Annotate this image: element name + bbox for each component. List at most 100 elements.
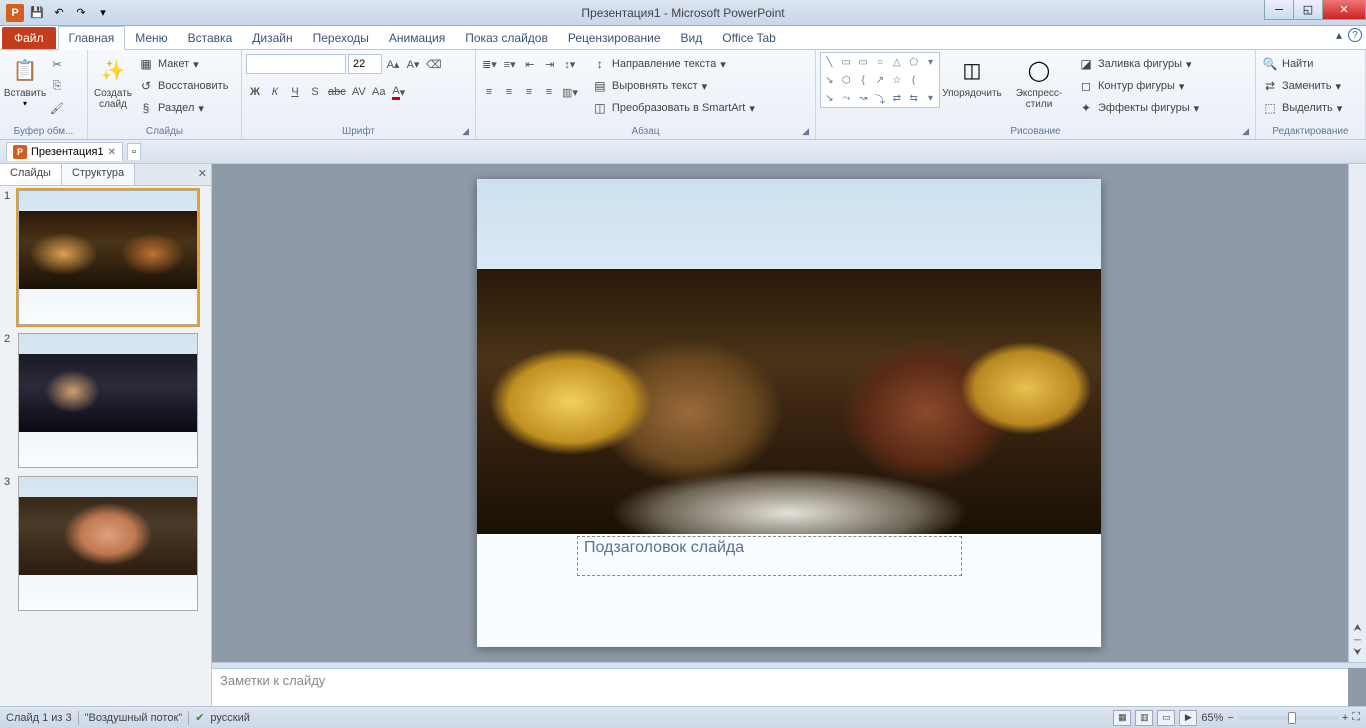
copy-button[interactable]: ⎘ [48, 76, 66, 96]
vertical-scrollbar[interactable]: ⮝ ─ ⮟ [1348, 164, 1366, 662]
minimize-button[interactable]: ─ [1264, 0, 1294, 20]
file-tab[interactable]: Файл [2, 27, 56, 49]
group-label: Редактирование [1260, 124, 1361, 139]
layout-button[interactable]: ▦Макет ▾ [136, 54, 230, 74]
view-normal-button[interactable]: ▦ [1113, 710, 1131, 726]
new-slide-button[interactable]: ✨ Создать слайд [92, 52, 134, 110]
tab-outline[interactable]: Структура [62, 164, 135, 185]
launcher-icon[interactable]: ◢ [802, 126, 809, 137]
slide-canvas[interactable]: Подзаголовок слайда ⮝ ─ ⮟ [212, 164, 1366, 662]
case-button[interactable]: Aa [370, 82, 388, 102]
cut-button[interactable]: ✂ [48, 54, 66, 74]
prev-slide-icon[interactable]: ⮝ [1353, 623, 1362, 634]
language-status[interactable]: русский [210, 712, 249, 724]
restore-button[interactable]: ◱ [1293, 0, 1323, 20]
columns-button[interactable]: ▥▾ [560, 82, 580, 102]
tab-home[interactable]: Главная [58, 26, 126, 50]
tab-view[interactable]: Вид [671, 27, 713, 49]
bullets-button[interactable]: ≣▾ [480, 54, 499, 74]
spellcheck-icon[interactable]: ✔ [195, 711, 204, 724]
align-right-button[interactable]: ≡ [520, 82, 538, 102]
select-button[interactable]: ⬚Выделить ▾ [1260, 98, 1344, 118]
tab-design[interactable]: Дизайн [242, 27, 302, 49]
collapse-ribbon-icon[interactable]: ▴ [1336, 28, 1342, 42]
outdent-button[interactable]: ⇤ [521, 54, 539, 74]
shape-effects-button[interactable]: ✦Эффекты фигуры ▾ [1076, 98, 1201, 118]
tab-slides[interactable]: Слайды [0, 164, 62, 185]
tab-menu[interactable]: Меню [125, 27, 177, 49]
quickstyles-button[interactable]: ◯ Экспресс-стили [1004, 52, 1074, 110]
shrink-font-button[interactable]: A▾ [404, 54, 422, 74]
group-drawing: ╲▭▭○△⬠▾ ↘⬡{↗☆( ↘⤳↝⤵⇄⇆▾ ◫ Упорядочить ◯ Э… [816, 50, 1256, 139]
subtitle-placeholder[interactable]: Подзаголовок слайда [577, 536, 962, 576]
slide-image[interactable] [477, 269, 1101, 534]
tab-insert[interactable]: Вставка [178, 27, 243, 49]
app-icon[interactable]: P [6, 4, 24, 22]
save-icon[interactable]: 💾 [28, 4, 46, 22]
find-button[interactable]: 🔍Найти [1260, 54, 1344, 74]
italic-button[interactable]: К [266, 82, 284, 102]
slide[interactable]: Подзаголовок слайда [477, 179, 1101, 647]
close-doc-icon[interactable]: ✕ [108, 147, 116, 158]
shape-outline-button[interactable]: ◻Контур фигуры ▾ [1076, 76, 1201, 96]
font-size-combo[interactable]: 22 [348, 54, 382, 74]
tab-review[interactable]: Рецензирование [558, 27, 671, 49]
tab-officetab[interactable]: Office Tab [712, 27, 786, 49]
view-reading-button[interactable]: ▭ [1157, 710, 1175, 726]
smartart-button[interactable]: ◫Преобразовать в SmartArt ▾ [590, 98, 757, 118]
tab-transitions[interactable]: Переходы [303, 27, 379, 49]
close-pane-icon[interactable]: ✕ [198, 167, 207, 180]
launcher-icon[interactable]: ◢ [1242, 126, 1249, 137]
notes-input[interactable]: Заметки к слайду [212, 668, 1348, 706]
bold-button[interactable]: Ж [246, 82, 264, 102]
strike-button[interactable]: abc [326, 82, 348, 102]
slide-thumbnail[interactable]: 3 [4, 476, 207, 611]
align-center-button[interactable]: ≡ [500, 82, 518, 102]
grow-font-button[interactable]: A▴ [384, 54, 402, 74]
help-icon[interactable]: ? [1348, 28, 1362, 42]
text-direction-button[interactable]: ↕Направление текста ▾ [590, 54, 757, 74]
paste-button[interactable]: 📋 Вставить ▾ [4, 52, 46, 108]
view-slideshow-button[interactable]: ▶ [1179, 710, 1197, 726]
reset-button[interactable]: ↺Восстановить [136, 76, 230, 96]
close-button[interactable]: ✕ [1322, 0, 1366, 20]
redo-icon[interactable]: ↷ [72, 4, 90, 22]
launcher-icon[interactable]: ◢ [462, 126, 469, 137]
zoom-in-button[interactable]: + [1342, 712, 1348, 724]
spacing-button[interactable]: AV [350, 82, 368, 102]
document-tab[interactable]: P Презентация1 ✕ [6, 142, 123, 161]
new-tab-button[interactable]: ▫ [127, 143, 141, 160]
linespacing-button[interactable]: ↕▾ [561, 54, 579, 74]
zoom-slider[interactable] [1238, 716, 1338, 720]
arrange-button[interactable]: ◫ Упорядочить [942, 52, 1002, 99]
tab-slideshow[interactable]: Показ слайдов [455, 27, 558, 49]
indent-button[interactable]: ⇥ [541, 54, 559, 74]
align-left-button[interactable]: ≡ [480, 82, 498, 102]
replace-button[interactable]: ⇄Заменить ▾ [1260, 76, 1344, 96]
qat-customize-icon[interactable]: ▾ [94, 4, 112, 22]
align-text-button[interactable]: ▤Выровнять текст ▾ [590, 76, 757, 96]
shape-fill-button[interactable]: ◪Заливка фигуры ▾ [1076, 54, 1201, 74]
format-painter-button[interactable]: 🖌 [48, 98, 66, 118]
shadow-button[interactable]: S [306, 82, 324, 102]
clear-format-button[interactable]: ⌫ [424, 54, 444, 74]
shapes-gallery[interactable]: ╲▭▭○△⬠▾ ↘⬡{↗☆( ↘⤳↝⤵⇄⇆▾ [820, 52, 940, 108]
font-color-button[interactable]: A ▾ [390, 82, 408, 102]
undo-icon[interactable]: ↶ [50, 4, 68, 22]
underline-button[interactable]: Ч [286, 82, 304, 102]
group-slides: ✨ Создать слайд ▦Макет ▾ ↺Восстановить §… [88, 50, 242, 139]
thumbnail-list[interactable]: 1 2 3 [0, 186, 211, 706]
font-name-combo[interactable] [246, 54, 346, 74]
view-sorter-button[interactable]: ▥ [1135, 710, 1153, 726]
ribbon-tabs: Файл Главная Меню Вставка Дизайн Переход… [0, 26, 1366, 50]
tab-animations[interactable]: Анимация [379, 27, 455, 49]
section-button[interactable]: §Раздел ▾ [136, 98, 230, 118]
fit-window-button[interactable]: ⛶ [1352, 711, 1360, 724]
zoom-level[interactable]: 65% [1201, 712, 1223, 724]
numbering-button[interactable]: ≡▾ [501, 54, 519, 74]
zoom-out-button[interactable]: − [1227, 712, 1233, 724]
slide-thumbnail[interactable]: 2 [4, 333, 207, 468]
next-slide-icon[interactable]: ⮟ [1353, 647, 1362, 658]
slide-thumbnail[interactable]: 1 [4, 190, 207, 325]
justify-button[interactable]: ≡ [540, 82, 558, 102]
